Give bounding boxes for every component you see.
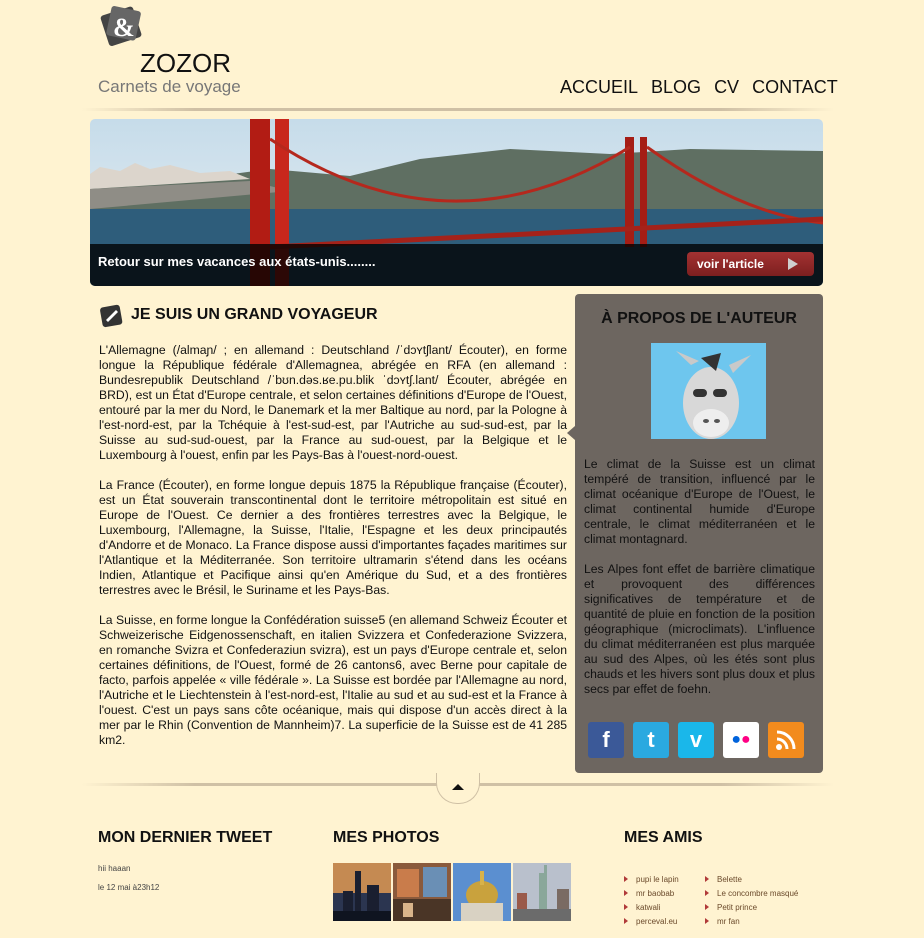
site-title[interactable]: ZOZOR <box>140 48 231 79</box>
tweet-date: le 12 mai à23h12 <box>98 883 160 892</box>
article-title: JE SUIS UN GRAND VOYAGEUR <box>131 306 378 323</box>
aside-pointer <box>567 426 575 440</box>
aside-title: À PROPOS DE L'AUTEUR <box>601 310 797 327</box>
svg-text:&: & <box>113 13 135 42</box>
photos-title: MES PHOTOS <box>333 829 440 846</box>
social-links: f t v ● ● <box>588 722 804 758</box>
friend-label: mr fan <box>717 916 740 926</box>
rss-icon[interactable] <box>768 722 804 758</box>
banner: Retour sur mes vacances aux états-unis..… <box>90 119 823 286</box>
friend-label: Petit prince <box>717 902 758 912</box>
back-to-top-button[interactable] <box>436 773 480 804</box>
play-arrow-icon <box>788 258 798 270</box>
aside-text: Le climat de la Suisse est un climat tem… <box>584 457 815 712</box>
nav-cv[interactable]: CV <box>714 77 739 98</box>
friend-link[interactable]: katwali <box>624 900 679 914</box>
friends-list-right: Belette Le concombre masqué Petit prince… <box>705 872 798 928</box>
golden-dome-photo[interactable] <box>453 863 511 921</box>
liberty-statue-photo[interactable] <box>513 863 571 921</box>
article-paragraph: La Suisse, en forme longue la Confédérat… <box>99 613 567 747</box>
read-article-label: voir l'article <box>697 257 764 271</box>
bullet-arrow-icon <box>624 876 628 882</box>
friend-link[interactable]: Petit prince <box>705 900 798 914</box>
friend-label: mr baobab <box>636 888 675 898</box>
zozor-logo-icon: & <box>100 6 142 46</box>
site-subtitle: Carnets de voyage <box>98 77 241 96</box>
vimeo-icon[interactable]: v <box>678 722 714 758</box>
article-paragraph: La France (Écouter), en forme longue dep… <box>99 478 567 597</box>
bullet-arrow-icon <box>705 904 709 910</box>
main-nav: ACCUEIL BLOG CV CONTACT <box>560 77 838 98</box>
friend-link[interactable]: Belette <box>705 872 798 886</box>
banner-caption-bar: Retour sur mes vacances aux états-unis..… <box>90 244 823 286</box>
aside-paragraph: Le climat de la Suisse est un climat tem… <box>584 457 815 546</box>
facebook-icon[interactable]: f <box>588 722 624 758</box>
header-divider <box>82 108 834 111</box>
flickr-icon[interactable]: ● ● <box>723 722 759 758</box>
up-arrow-icon <box>452 784 464 790</box>
friend-link[interactable]: pupi le lapin <box>624 872 679 886</box>
friend-link[interactable]: mr baobab <box>624 886 679 900</box>
friend-label: pupi le lapin <box>636 874 679 884</box>
nav-accueil[interactable]: ACCUEIL <box>560 77 638 98</box>
friend-label: Le concombre masqué <box>717 888 799 898</box>
friends-list-left: pupi le lapin mr baobab katwali perceval… <box>624 872 679 928</box>
friend-link[interactable]: Le concombre masqué <box>705 886 798 900</box>
friends-title: MES AMIS <box>624 829 703 846</box>
read-article-button[interactable]: voir l'article <box>687 252 814 276</box>
friend-link[interactable]: perceval.eu <box>624 914 679 928</box>
bullet-arrow-icon <box>705 918 709 924</box>
twitter-icon[interactable]: t <box>633 722 669 758</box>
friend-label: katwali <box>636 902 661 912</box>
city-skyline-photo[interactable] <box>333 863 391 921</box>
article-paragraph: L'Allemagne (/almaɲ/ ; en allemand : Deu… <box>99 343 567 462</box>
aside-paragraph: Les Alpes font effet de barrière climati… <box>584 562 815 696</box>
banner-caption: Retour sur mes vacances aux états-unis..… <box>98 254 376 269</box>
tweet-title: MON DERNIER TWEET <box>98 829 273 846</box>
street-market-photo[interactable] <box>393 863 451 921</box>
article-pen-icon <box>100 304 123 328</box>
friend-label: perceval.eu <box>636 916 678 926</box>
zozor-avatar <box>651 343 766 439</box>
article-body: L'Allemagne (/almaɲ/ ; en allemand : Deu… <box>99 343 567 763</box>
tweet-text: hii haaan <box>98 864 131 873</box>
nav-contact[interactable]: CONTACT <box>752 77 838 98</box>
bullet-arrow-icon <box>624 890 628 896</box>
friend-label: Belette <box>717 874 742 884</box>
bullet-arrow-icon <box>705 876 709 882</box>
nav-blog[interactable]: BLOG <box>651 77 701 98</box>
bullet-arrow-icon <box>624 904 628 910</box>
bullet-arrow-icon <box>624 918 628 924</box>
friend-link[interactable]: mr fan <box>705 914 798 928</box>
rss-glyph <box>776 730 796 750</box>
bullet-arrow-icon <box>705 890 709 896</box>
